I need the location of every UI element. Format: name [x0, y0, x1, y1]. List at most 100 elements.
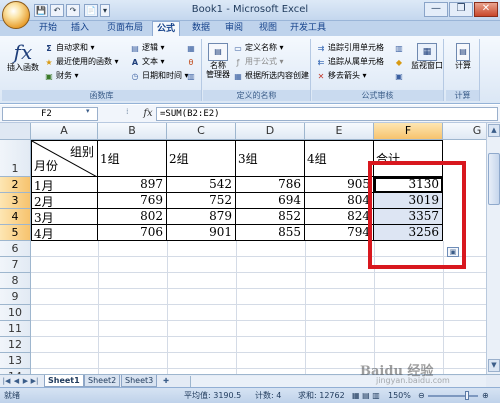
name-box[interactable]: F2	[2, 107, 98, 121]
sheet-tab-3[interactable]: Sheet3	[121, 375, 158, 387]
cell-d1[interactable]: 3组	[236, 140, 305, 177]
lookup-icon[interactable]: ▦	[186, 43, 198, 53]
print-preview-icon[interactable]: 📄	[84, 4, 98, 17]
text-button[interactable]: A 文本 ▾	[130, 57, 165, 67]
column-header-e[interactable]: E	[305, 123, 374, 140]
office-button[interactable]	[2, 1, 30, 29]
show-formulas-icon[interactable]: ▥	[394, 43, 406, 53]
logical-button[interactable]: ▤ 逻辑 ▾	[130, 43, 164, 53]
name-manager-button[interactable]: ▤ 名称 管理器	[205, 41, 231, 87]
prev-sheet-icon[interactable]: ◀	[12, 376, 21, 386]
first-sheet-icon[interactable]: |◀	[2, 376, 11, 386]
zoom-level[interactable]: 150%	[388, 388, 411, 403]
cell-value[interactable]: 786	[236, 177, 305, 193]
row-header[interactable]: 2	[0, 177, 31, 193]
tab-page-layout[interactable]: 页面布局	[101, 21, 149, 36]
restore-button[interactable]: ❐	[449, 2, 473, 17]
autosum-button[interactable]: Σ 自动求和 ▾	[44, 43, 94, 53]
tab-developer[interactable]: 开发工具	[288, 21, 328, 36]
tab-formulas[interactable]: 公式	[152, 21, 180, 36]
tab-review[interactable]: 审阅	[220, 21, 248, 36]
cell-value[interactable]: 879	[167, 209, 236, 225]
cell-value[interactable]: 855	[236, 225, 305, 241]
cell-value[interactable]: 804	[305, 193, 374, 209]
tab-home[interactable]: 开始	[34, 21, 62, 36]
last-sheet-icon[interactable]: ▶|	[30, 376, 39, 386]
zoom-slider[interactable]	[428, 395, 478, 397]
row-header[interactable]: 11	[0, 321, 31, 337]
financial-button[interactable]: ▣ 财务 ▾	[44, 71, 78, 81]
scroll-thumb[interactable]	[488, 153, 500, 205]
next-sheet-icon[interactable]: ▶	[21, 376, 30, 386]
redo-icon[interactable]: ↷	[66, 4, 80, 17]
sheet-tab-1[interactable]: Sheet1	[44, 375, 84, 387]
zoom-in-icon[interactable]: ⊕	[482, 388, 489, 403]
recent-functions-button[interactable]: ★ 最近使用的函数 ▾	[44, 57, 118, 67]
math-icon[interactable]: θ	[186, 57, 198, 67]
create-from-selection-button[interactable]: ▦ 根据所选内容创建	[233, 71, 309, 81]
undo-icon[interactable]: ↶	[50, 4, 64, 17]
cell-value[interactable]: 752	[167, 193, 236, 209]
evaluate-formula-icon[interactable]: ▣	[394, 71, 406, 81]
cell-value[interactable]: 794	[305, 225, 374, 241]
save-icon[interactable]: 💾	[34, 4, 48, 17]
name-box-dropdown-icon[interactable]: ▾	[86, 107, 90, 115]
row-header[interactable]: 7	[0, 257, 31, 273]
column-header-g[interactable]: G	[443, 123, 486, 140]
scroll-up-icon[interactable]: ▲	[488, 124, 500, 137]
watch-window-button[interactable]: ▦ 监视窗口	[410, 41, 444, 87]
column-header-a[interactable]: A	[31, 123, 98, 140]
row-header[interactable]: 5	[0, 225, 31, 241]
cell-value[interactable]: 706	[98, 225, 167, 241]
row-header[interactable]: 4	[0, 209, 31, 225]
zoom-out-icon[interactable]: ⊖	[418, 388, 425, 403]
formula-input[interactable]: =SUM(B2:E2)	[156, 107, 498, 121]
cell-e1[interactable]: 4组	[305, 140, 374, 177]
insert-function-icon[interactable]: fx	[141, 107, 155, 121]
row-header[interactable]: 6	[0, 241, 31, 257]
scroll-down-icon[interactable]: ▼	[488, 359, 500, 372]
cell-c1[interactable]: 2组	[167, 140, 236, 177]
select-all-corner[interactable]	[0, 123, 31, 140]
use-in-formula-button[interactable]: ƒ 用于公式 ▾	[233, 57, 284, 67]
cell-a1[interactable]: 组别 月份	[31, 140, 98, 177]
row-header[interactable]: 8	[0, 273, 31, 289]
cell-value[interactable]: 905	[305, 177, 374, 193]
row-header[interactable]: 1	[0, 140, 31, 177]
cell-b1[interactable]: 1组	[98, 140, 167, 177]
cell-month[interactable]: 1月	[31, 177, 98, 193]
cell-month[interactable]: 4月	[31, 225, 98, 241]
cell-value[interactable]: 897	[98, 177, 167, 193]
row-header[interactable]: 12	[0, 337, 31, 353]
insert-function-button[interactable]: fx 插入函数	[6, 41, 40, 85]
view-buttons[interactable]: ▦ ▤ ▥	[352, 388, 380, 403]
cell-month[interactable]: 3月	[31, 209, 98, 225]
cell-value[interactable]: 694	[236, 193, 305, 209]
cell-value[interactable]: 852	[236, 209, 305, 225]
minimize-button[interactable]: —	[424, 2, 448, 17]
vertical-scrollbar[interactable]: ▲ ▼	[486, 123, 500, 374]
autofill-options-icon[interactable]: ▣	[447, 247, 459, 257]
column-header-c[interactable]: C	[167, 123, 236, 140]
cell-value[interactable]: 824	[305, 209, 374, 225]
remove-arrows-button[interactable]: ✕ 移去箭头 ▾	[316, 71, 367, 81]
column-header-b[interactable]: B	[98, 123, 167, 140]
insert-sheet-icon[interactable]: ✚	[160, 376, 172, 386]
cell-value[interactable]: 542	[167, 177, 236, 193]
error-check-icon[interactable]: ◆	[394, 57, 406, 67]
close-button[interactable]: ✕	[474, 2, 498, 17]
column-header-f[interactable]: F	[374, 123, 443, 140]
calculation-button[interactable]: ▤ 计算	[448, 41, 478, 87]
column-header-d[interactable]: D	[236, 123, 305, 140]
cell-value[interactable]: 769	[98, 193, 167, 209]
tab-data[interactable]: 数据	[187, 21, 215, 36]
tab-insert[interactable]: 插入	[66, 21, 94, 36]
datetime-button[interactable]: ◷ 日期和时间 ▾	[130, 71, 189, 81]
cell-value[interactable]: 802	[98, 209, 167, 225]
tab-view[interactable]: 视图	[254, 21, 282, 36]
row-header[interactable]: 9	[0, 289, 31, 305]
cell-month[interactable]: 2月	[31, 193, 98, 209]
trace-precedents-button[interactable]: ⇉ 追踪引用单元格	[316, 43, 384, 53]
cell-value[interactable]: 901	[167, 225, 236, 241]
qat-dropdown-icon[interactable]: ▾	[100, 4, 110, 17]
